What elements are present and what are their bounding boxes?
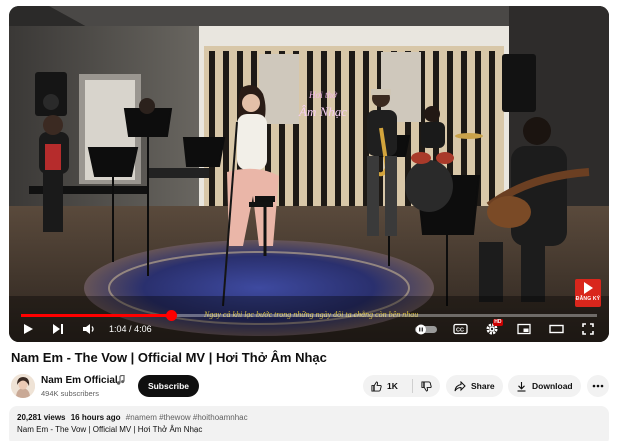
hd-badge: HD [492,319,503,326]
hashtags[interactable]: #namem #thewow #hoithoamnhac [126,413,248,422]
subscribe-watermark[interactable]: ĐĂNG KÝ [575,279,601,307]
svg-text:Hơi thở: Hơi thở [308,90,338,100]
volume-icon [82,324,94,334]
share-icon [454,380,466,391]
autoplay-toggle[interactable] [413,318,439,340]
miniplayer-icon [517,323,531,335]
music-note-icon [116,375,125,385]
play-logo-icon [583,282,593,294]
channel-avatar[interactable] [11,374,35,398]
current-time: 1:04 [109,324,127,334]
share-label: Share [471,381,495,391]
skip-next-icon [53,324,63,334]
time-display: 1:04 / 4:06 [109,324,152,334]
more-horizontal-icon [592,384,604,388]
theater-mode-button[interactable] [545,318,567,340]
miniplayer-button[interactable] [513,318,535,340]
autoplay-toggle-icon [415,324,437,335]
video-player[interactable]: Hơi thở Âm Nhạc ĐĂNG KÝ Ngay cả khi lạc … [9,6,609,342]
play-button[interactable] [17,318,39,340]
player-controls: 1:04 / 4:06 CC HD [9,316,609,342]
description-text: Nam Em - The Vow | Official MV | Hơi Thở… [17,425,203,434]
duration: 4:06 [134,324,152,334]
description-box[interactable]: 20,281 views 16 hours ago #namem #thewow… [9,406,609,441]
subscriber-count: 494K subscribers [41,389,99,398]
subscribe-button[interactable]: Subscribe [138,375,199,397]
share-button[interactable]: Share [446,375,503,397]
video-frame: Hơi thở Âm Nhạc [9,6,609,342]
thumbs-up-icon [371,380,382,392]
play-icon [24,324,33,334]
fullscreen-button[interactable] [577,318,599,340]
like-dislike-group: 1K [363,375,440,397]
svg-text:Âm Nhạc: Âm Nhạc [298,104,347,119]
channel-name[interactable]: Nam Em Official [41,375,118,386]
thumbs-down-icon [421,380,432,392]
settings-button[interactable]: HD [481,318,503,340]
more-actions-button[interactable] [587,375,609,397]
download-button[interactable]: Download [508,375,581,397]
view-count: 20,281 views [17,413,66,422]
avatar-image [11,374,35,398]
description-meta: 20,281 views 16 hours ago #namem #thewow… [17,413,601,422]
video-title: Nam Em - The Vow | Official MV | Hơi Thở… [11,350,327,365]
download-label: Download [532,381,573,391]
volume-button[interactable] [77,318,99,340]
like-button[interactable]: 1K [363,375,412,397]
upload-age: 16 hours ago [70,413,121,422]
theater-icon [548,324,564,334]
svg-text:CC: CC [456,328,464,334]
dislike-button[interactable] [413,375,440,397]
captions-button[interactable]: CC [449,318,471,340]
like-count: 1K [387,381,398,391]
download-icon [517,381,526,392]
captions-icon: CC [452,323,468,335]
fullscreen-icon [582,323,594,335]
watermark-label: ĐĂNG KÝ [575,296,601,302]
next-button[interactable] [47,318,69,340]
